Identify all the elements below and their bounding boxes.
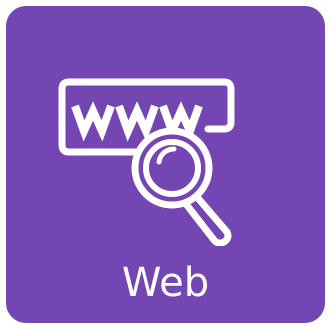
tile-label: Web [121,260,210,306]
web-search-icon [58,78,235,246]
web-tile[interactable]: Web [6,6,325,323]
